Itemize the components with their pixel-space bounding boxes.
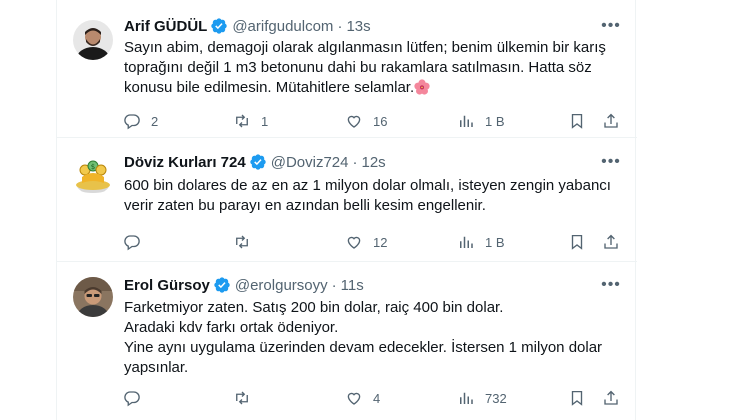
tweet-text-line: verir zaten bu parayı en azından belli k…: [124, 197, 486, 214]
views-button[interactable]: 732: [457, 388, 507, 408]
retweet-button[interactable]: [233, 232, 261, 252]
separator-dot: ·: [337, 17, 343, 35]
retweet-button[interactable]: [233, 388, 261, 408]
views-icon: [460, 115, 473, 127]
retweet-icon: [236, 391, 248, 405]
tweet-text-line: 600 bin dolares de az en az 1 milyon dol…: [124, 177, 611, 194]
reply-icon: [124, 114, 140, 130]
like-button[interactable]: 12: [345, 232, 387, 252]
more-icon[interactable]: •••: [601, 275, 621, 295]
like-count: 12: [373, 234, 388, 250]
tweet-text: Farketmiyor zaten. Satış 200 bin dolar, …: [124, 298, 624, 378]
retweet-button[interactable]: 1: [233, 111, 268, 131]
tweet-text: 600 bin dolares de az en az 1 milyon dol…: [124, 176, 624, 216]
share-button[interactable]: [602, 111, 620, 131]
more-icon[interactable]: •••: [601, 152, 621, 172]
tweet-actions: 12 1 B: [123, 232, 623, 252]
reply-button[interactable]: [123, 388, 151, 408]
avatar-arif-gudul[interactable]: [73, 20, 113, 60]
retweet-icon: [236, 114, 248, 128]
tweet-text-line: konusu bile edilmesin. Mütahitlere selam…: [124, 78, 624, 98]
views-icon: [460, 236, 473, 248]
like-count: 16: [373, 113, 388, 129]
avatar-erol-gursoy[interactable]: [73, 277, 113, 317]
handle[interactable]: @erolgursoyy: [235, 277, 328, 294]
like-button[interactable]: 16: [345, 111, 387, 131]
tweet-text-line-content: konusu bile edilmesin. Mütahitlere selam…: [124, 79, 415, 96]
tweet-actions: 4 732: [123, 388, 623, 408]
hibiscus-emoji-icon: [414, 79, 430, 95]
timestamp[interactable]: 12s: [361, 154, 385, 171]
bookmark-icon: [571, 234, 583, 250]
separator-dot: ·: [352, 153, 358, 171]
verified-badge-icon: [214, 277, 230, 293]
tweet-header: Erol Gürsoy @erolgursoyy · 11s: [124, 275, 364, 295]
tweet-3[interactable]: Erol Gürsoy @erolgursoyy · 11s ••• Farke…: [57, 262, 637, 420]
bookmark-button[interactable]: [568, 388, 586, 408]
tweet-2[interactable]: $ Döviz Kurları 724 @Doviz724 · 12s ••• …: [57, 138, 637, 262]
verified-badge-icon: [250, 154, 266, 170]
like-count: 4: [373, 390, 381, 406]
svg-text:$: $: [91, 163, 95, 171]
views-icon: [460, 392, 473, 404]
heart-icon: [347, 236, 361, 249]
separator-dot: ·: [331, 276, 337, 294]
bookmark-button[interactable]: [568, 232, 586, 252]
reply-button[interactable]: [123, 232, 151, 252]
tweet-text-line: Yine aynı uygulama üzerinden devam edece…: [124, 339, 603, 356]
avatar-doviz-kurlari-724[interactable]: $: [73, 155, 113, 195]
retweet-icon: [236, 235, 248, 249]
tweet-text-line: yapsınlar.: [124, 359, 189, 376]
tweet-header: Arif GÜDÜL @arifgudulcom · 13s: [124, 16, 371, 36]
more-icon[interactable]: •••: [601, 16, 621, 36]
share-button[interactable]: [602, 388, 620, 408]
bookmark-icon: [571, 113, 583, 129]
tweet-1[interactable]: Arif GÜDÜL @arifgudulcom · 13s ••• Sayın…: [57, 0, 637, 138]
share-icon: [604, 234, 618, 249]
reply-count: 2: [151, 113, 159, 129]
reply-button[interactable]: 2: [123, 111, 158, 131]
handle[interactable]: @arifgudulcom: [232, 18, 333, 35]
share-icon: [604, 390, 618, 405]
display-name[interactable]: Erol Gürsoy: [124, 277, 210, 294]
reply-icon: [124, 391, 140, 407]
views-count: 732: [485, 390, 507, 406]
tweet-text-line: Farketmiyor zaten. Satış 200 bin dolar, …: [124, 299, 504, 316]
timestamp[interactable]: 11s: [341, 277, 364, 294]
bookmark-icon: [571, 390, 583, 406]
views-button[interactable]: 1 B: [457, 232, 505, 252]
tweet-feed: Arif GÜDÜL @arifgudulcom · 13s ••• Sayın…: [56, 0, 637, 420]
tweet-text-line: Sayın abim, demagoji olarak algılanmasın…: [124, 39, 606, 56]
timestamp[interactable]: 13s: [346, 18, 370, 35]
tweet-text-line: toprağını değil 1 m3 betonunu dahi bu ra…: [124, 59, 592, 76]
handle[interactable]: @Doviz724: [271, 154, 349, 171]
display-name[interactable]: Döviz Kurları 724: [124, 154, 246, 171]
heart-icon: [347, 392, 361, 405]
tweet-text: Sayın abim, demagoji olarak algılanmasın…: [124, 38, 624, 98]
display-name[interactable]: Arif GÜDÜL: [124, 18, 207, 35]
share-button[interactable]: [602, 232, 620, 252]
bookmark-button[interactable]: [568, 111, 586, 131]
views-button[interactable]: 1 B: [457, 111, 505, 131]
views-count: 1 B: [485, 113, 505, 129]
tweet-text-line: Aradaki kdv farkı ortak ödeniyor.: [124, 319, 339, 336]
heart-icon: [347, 115, 361, 128]
verified-badge-icon: [211, 18, 228, 34]
tweet-header: Döviz Kurları 724 @Doviz724 · 12s: [124, 152, 386, 172]
reply-icon: [124, 235, 140, 251]
retweet-count: 1: [261, 113, 269, 129]
views-count: 1 B: [485, 234, 505, 250]
tweet-actions: 2 1 16 1 B: [123, 111, 623, 131]
share-icon: [604, 113, 618, 128]
like-button[interactable]: 4: [345, 388, 380, 408]
